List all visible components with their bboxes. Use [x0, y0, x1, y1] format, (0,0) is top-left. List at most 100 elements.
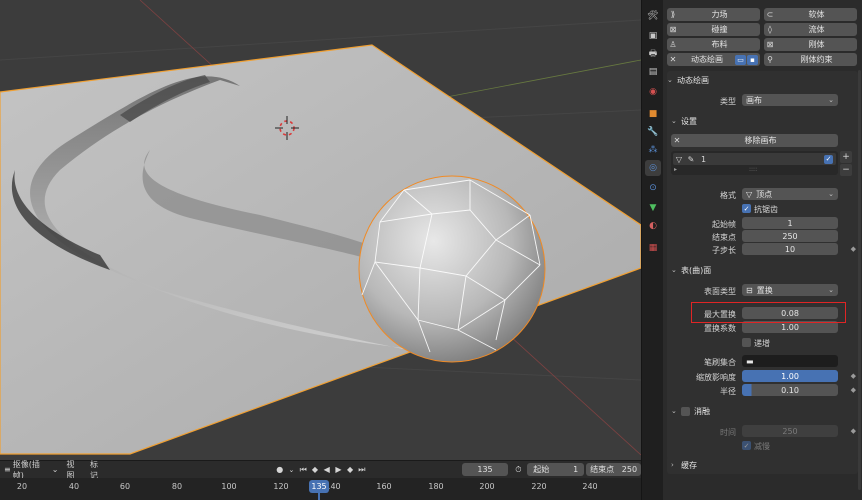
fluid-button[interactable]: ◊ 流体 — [764, 23, 857, 36]
current-frame-field[interactable]: 135 — [461, 463, 509, 476]
material-tab-icon[interactable]: ◐ — [645, 218, 661, 234]
triangle-right-icon[interactable]: ▸ — [674, 166, 677, 173]
output-tab-icon[interactable]: 🖶 — [645, 46, 661, 62]
jump-end-icon[interactable]: ⏭ — [356, 464, 368, 476]
format-select[interactable]: ▽ 顶点 ⌄ — [742, 188, 838, 200]
constraints-tab-icon[interactable]: ⊙ — [645, 180, 661, 196]
rigid-body-button[interactable]: ⊠ 刚体 — [764, 38, 857, 51]
ruler-tick: 80 — [171, 482, 183, 491]
ruler-tick: 120 — [273, 482, 289, 491]
scene-tab-icon[interactable]: ◉ — [645, 84, 661, 100]
render-tab-icon[interactable]: ▣ — [645, 28, 661, 44]
modifier-tab-icon[interactable]: 🔧 — [645, 124, 661, 140]
surface-list-item[interactable]: ▽ ✎ 1 ✓ — [673, 153, 836, 165]
dynamic-paint-remove-button[interactable]: ✕ 动态绘画 ▭ ▪ — [667, 53, 760, 66]
tool-tab-icon[interactable]: 🛠 — [645, 8, 661, 24]
texture-tab-icon[interactable]: ▦ — [645, 240, 661, 256]
surface-active-checkbox[interactable]: ✓ — [824, 154, 833, 164]
particles-tab-icon[interactable]: ⁂ — [645, 142, 661, 158]
ruler-tick: 40 — [68, 482, 80, 491]
remove-canvas-button[interactable]: ✕ 移除画布 — [671, 134, 838, 147]
frame-end-field[interactable]: 250 — [742, 230, 838, 242]
brush-influence-field[interactable]: 1.00 — [742, 370, 838, 382]
jump-start-icon[interactable]: ⏮ — [297, 464, 309, 476]
highlight-box — [691, 302, 846, 323]
viewport-scene — [0, 0, 641, 456]
display-toggle-icon[interactable]: ▭ — [735, 54, 746, 65]
data-tab-icon[interactable]: ▼ — [645, 200, 661, 216]
play-reverse-icon[interactable]: ◀ — [321, 464, 333, 476]
collision-button[interactable]: ⊠ 碰撞 — [667, 23, 760, 36]
physics-tab-icon[interactable]: ◎ — [645, 160, 661, 176]
icosphere-object — [358, 175, 546, 363]
3d-viewport[interactable] — [0, 0, 641, 460]
brush-collection-label: 笔刷集合 — [704, 358, 736, 367]
keyframe-dot-icon[interactable]: ◆ — [851, 427, 856, 435]
keyframe-dot-icon[interactable]: ◆ — [851, 245, 856, 253]
brush-radius-field[interactable]: 0.10 — [742, 384, 838, 396]
chevron-down-icon: ⌄ — [667, 76, 673, 84]
keyframe-dot-icon[interactable]: ◆ — [851, 386, 856, 394]
chevron-down-icon: ⌄ — [671, 407, 677, 415]
soft-body-icon: ⊂ — [766, 10, 774, 19]
rigid-body-constraint-button[interactable]: ⚲ 刚体约束 — [764, 53, 857, 66]
dissolve-checkbox[interactable] — [681, 406, 690, 416]
cloth-icon: ♙ — [669, 40, 677, 49]
type-select[interactable]: 画布 ⌄ — [742, 94, 838, 106]
surface-header[interactable]: ⌄ 表(曲)面 — [671, 263, 711, 277]
brush-influence-label: 缩放影响度 — [696, 373, 736, 382]
frame-start-field[interactable]: 1 — [742, 217, 838, 229]
slow-checkbox[interactable]: ✓ — [742, 441, 751, 450]
properties-editor: ⟫ 力场 ⊂ 软体 ⊠ 碰撞 ◊ 流体 ♙ 布料 ⊠ 刚体 ✕ 动态绘画 ▭ ▪ ⚲ 刚体约束 … — [663, 0, 862, 500]
camera-toggle-icon[interactable]: ▪ — [747, 54, 758, 65]
preview-range-icon[interactable]: ⏱ — [512, 464, 524, 476]
brush-collection-field[interactable]: ▬ — [742, 355, 838, 367]
rigid-body-icon: ⊠ — [766, 40, 774, 49]
format-label: 格式 — [720, 191, 736, 200]
chevron-right-icon: › — [671, 461, 674, 469]
editor-type-icon: ≡ — [4, 465, 11, 474]
cache-header[interactable]: › 缓存 — [671, 458, 697, 472]
ruler-tick: 220 — [531, 482, 547, 491]
view-layer-tab-icon[interactable]: ▤ — [645, 64, 661, 80]
antialias-checkbox[interactable]: ✓ — [742, 204, 751, 213]
soft-body-button[interactable]: ⊂ 软体 — [764, 8, 857, 21]
chevron-down-icon[interactable]: ⌄ — [286, 464, 298, 476]
remove-surface-button[interactable]: − — [840, 164, 852, 176]
surface-type-select[interactable]: ⊟ 置换 ⌄ — [742, 284, 838, 296]
chevron-down-icon: ⌄ — [671, 266, 677, 274]
ruler-tick: 160 — [376, 482, 392, 491]
cloth-button[interactable]: ♙ 布料 — [667, 38, 760, 51]
chevron-down-icon: ⌄ — [828, 96, 834, 104]
object-tab-icon[interactable]: ■ — [645, 106, 661, 122]
dissolve-time-field[interactable]: 250 — [742, 425, 838, 437]
play-icon[interactable]: ▶ — [333, 464, 345, 476]
start-frame-field[interactable]: 起始 1 — [527, 463, 585, 476]
list-resize-handle[interactable]: :::: — [749, 166, 757, 173]
collision-icon: ⊠ — [669, 25, 677, 34]
dissolve-header[interactable]: ⌄ 消融 — [671, 404, 710, 418]
surface-list[interactable]: ▽ ✎ 1 ✓ :::: ▸ — [671, 151, 838, 175]
playhead[interactable]: 135 — [309, 480, 329, 493]
prev-keyframe-icon[interactable]: ◆ — [309, 464, 321, 476]
end-frame-field[interactable]: 结束点 250 — [586, 463, 642, 476]
record-icon[interactable]: ● — [274, 464, 286, 476]
scrollbar[interactable] — [858, 70, 861, 490]
dynamic-paint-header[interactable]: ⌄ 动态绘画 — [667, 73, 709, 87]
ruler-tick: 100 — [221, 482, 237, 491]
fluid-icon: ◊ — [768, 25, 772, 34]
force-field-button[interactable]: ⟫ 力场 — [667, 8, 760, 21]
substeps-field[interactable]: 10 — [742, 243, 838, 255]
surface-type-label: 表面类型 — [704, 287, 736, 296]
keyframe-dot-icon[interactable]: ◆ — [851, 372, 856, 380]
incremental-label: 递增 — [754, 339, 770, 348]
settings-header[interactable]: ⌄ 设置 — [671, 114, 697, 128]
timeline-header: ≡ 抠像(插帧) ⌄ 视图 标记 ● ⌄ ⏮ ◆ ◀ ▶ ◆ ⏭ 135 ⏱ 起… — [0, 460, 642, 480]
close-icon: ✕ — [669, 55, 677, 64]
incremental-checkbox[interactable] — [742, 338, 751, 347]
add-surface-button[interactable]: + — [840, 151, 852, 163]
ruler-tick: 240 — [582, 482, 598, 491]
dissolve-time-label: 时间 — [720, 428, 736, 437]
vertex-icon: ▽ — [746, 189, 753, 199]
next-keyframe-icon[interactable]: ◆ — [344, 464, 356, 476]
